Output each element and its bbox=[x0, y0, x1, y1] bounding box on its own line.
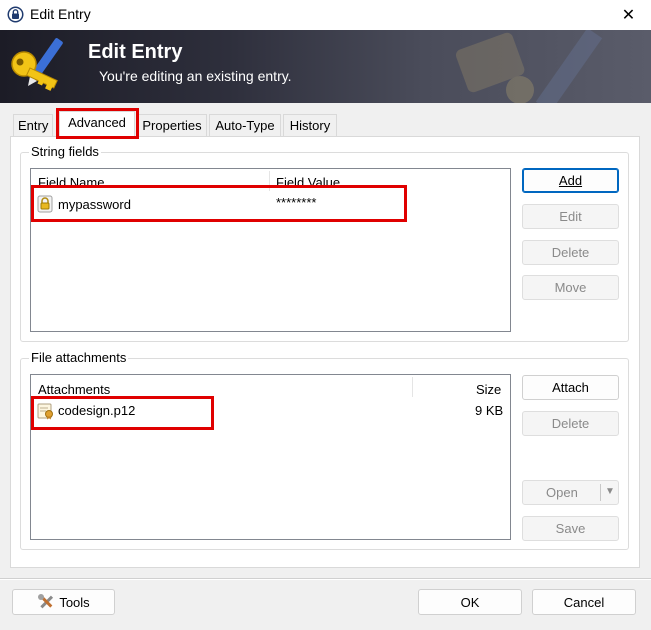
delete-attachment-button[interactable]: Delete bbox=[522, 411, 619, 436]
string-fields-label: String fields bbox=[29, 144, 101, 159]
title-bar: Edit Entry ✕ bbox=[0, 0, 651, 30]
cancel-button-label: Cancel bbox=[563, 594, 605, 610]
keepass-lock-icon bbox=[7, 6, 24, 23]
move-button-label: Move bbox=[554, 280, 587, 295]
banner-decoration bbox=[440, 30, 651, 103]
column-separator bbox=[269, 171, 270, 191]
ok-button-label: OK bbox=[460, 594, 480, 610]
banner-subtitle: You're editing an existing entry. bbox=[99, 68, 292, 84]
attachment-size-cell: 9 KB bbox=[475, 403, 504, 418]
tab-history-label: History bbox=[289, 118, 331, 133]
tab-entry-label: Entry bbox=[18, 118, 49, 133]
window-title: Edit Entry bbox=[30, 6, 91, 22]
cancel-button[interactable]: Cancel bbox=[532, 589, 636, 615]
open-button-label: Open bbox=[546, 485, 578, 500]
column-header-size[interactable]: Size bbox=[476, 382, 501, 397]
split-divider bbox=[600, 484, 601, 501]
header-banner: Edit Entry You're editing an existing en… bbox=[0, 30, 651, 103]
tab-advanced[interactable]: Advanced bbox=[59, 111, 135, 137]
save-button-label: Save bbox=[555, 521, 586, 536]
edit-button-label: Edit bbox=[559, 209, 582, 224]
tools-button[interactable]: Tools bbox=[12, 589, 115, 615]
key-pen-icon bbox=[10, 36, 72, 96]
attachments-list[interactable] bbox=[30, 374, 511, 540]
column-header-field-value[interactable]: Field Value bbox=[276, 175, 340, 190]
tab-properties-label: Properties bbox=[142, 118, 202, 133]
delete-attachment-button-label: Delete bbox=[551, 416, 590, 431]
chevron-down-icon[interactable]: ▼ bbox=[605, 486, 615, 497]
column-header-attachments[interactable]: Attachments bbox=[38, 382, 110, 397]
tools-icon bbox=[37, 593, 55, 611]
column-header-field-name[interactable]: Field Name bbox=[38, 175, 104, 190]
save-button[interactable]: Save bbox=[522, 516, 619, 541]
tab-properties[interactable]: Properties bbox=[137, 114, 207, 136]
tab-auto-type[interactable]: Auto-Type bbox=[209, 114, 281, 136]
certificate-icon bbox=[37, 402, 54, 420]
tab-auto-type-label: Auto-Type bbox=[215, 118, 275, 133]
move-button[interactable]: Move bbox=[522, 275, 619, 300]
tab-advanced-label: Advanced bbox=[68, 115, 126, 130]
tab-history[interactable]: History bbox=[283, 114, 337, 136]
tools-button-label: Tools bbox=[59, 594, 90, 610]
add-button[interactable]: Add bbox=[522, 168, 619, 193]
attach-button[interactable]: Attach bbox=[522, 375, 619, 400]
delete-string-button[interactable]: Delete bbox=[522, 240, 619, 265]
banner-title: Edit Entry bbox=[88, 41, 183, 63]
table-row[interactable]: codesign.p12 9 KB bbox=[32, 400, 509, 422]
attach-button-label: Attach bbox=[552, 380, 589, 395]
field-name-cell: mypassword bbox=[58, 197, 131, 212]
edit-button[interactable]: Edit bbox=[522, 204, 619, 229]
delete-string-button-label: Delete bbox=[551, 245, 590, 260]
column-separator bbox=[412, 377, 413, 397]
close-button[interactable]: ✕ bbox=[606, 0, 651, 30]
file-attachments-label: File attachments bbox=[29, 350, 129, 365]
table-row[interactable]: mypassword ******** bbox=[32, 193, 509, 215]
add-button-label: Add bbox=[558, 173, 583, 188]
divider bbox=[0, 579, 651, 580]
close-icon: ✕ bbox=[621, 7, 636, 24]
open-split-button[interactable]: Open ▼ bbox=[522, 480, 619, 505]
attachment-name-cell: codesign.p12 bbox=[58, 403, 136, 418]
tab-entry[interactable]: Entry bbox=[13, 114, 53, 136]
field-value-cell: ******** bbox=[276, 195, 317, 210]
ok-button[interactable]: OK bbox=[418, 589, 522, 615]
lock-icon bbox=[37, 195, 53, 213]
